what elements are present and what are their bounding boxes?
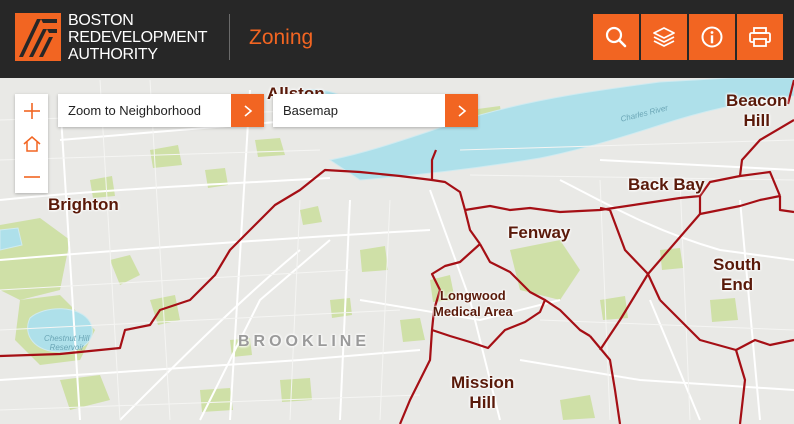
label-line: Hill [743, 111, 770, 130]
home-icon [23, 135, 40, 152]
zoom-in-button[interactable] [15, 94, 48, 127]
label-line: End [721, 275, 754, 294]
org-name-line: REDEVELOPMENT [68, 29, 208, 46]
zoning-map[interactable]: Allston Brighton Beacon Hill Back Bay Fe… [0, 78, 794, 424]
home-button[interactable] [15, 127, 48, 160]
bra-logo-icon [15, 13, 61, 61]
org-name-line: BOSTON [68, 12, 134, 29]
org-name-line: AUTHORITY [68, 46, 158, 63]
print-icon [749, 27, 771, 47]
print-button[interactable] [737, 14, 783, 60]
label-line: Chestnut Hill [44, 334, 90, 343]
dropdown-label: Zoom to Neighborhood [68, 103, 201, 118]
label-brighton: Brighton [48, 195, 119, 214]
zoom-to-neighborhood-dropdown[interactable]: Zoom to Neighborhood [58, 94, 264, 127]
label-line: Longwood [440, 288, 506, 303]
plus-icon [23, 102, 40, 119]
basemap [0, 78, 794, 424]
label-brookline: BROOKLINE [238, 333, 370, 350]
header-divider [229, 14, 230, 60]
basemap-dropdown[interactable]: Basemap [273, 94, 478, 127]
dropdown-arrow[interactable] [445, 94, 478, 127]
label-line: South [713, 255, 762, 274]
search-button[interactable] [593, 14, 639, 60]
zoom-out-button[interactable] [15, 160, 48, 193]
label-mission-hill: Mission Hill [451, 373, 514, 413]
org-name: BOSTON REDEVELOPMENT AUTHORITY [68, 12, 208, 63]
layers-icon [653, 27, 675, 47]
label-line: Beacon [726, 91, 788, 110]
info-icon [701, 26, 723, 48]
label-line: Mission [451, 373, 515, 392]
label-south-end: South End [713, 255, 761, 295]
app-header: BOSTON REDEVELOPMENT AUTHORITY Zoning [0, 0, 794, 78]
label-chestnut-hill-reservoir: Chestnut Hill Reservoir [44, 334, 89, 352]
search-icon [605, 26, 627, 48]
dropdown-arrow[interactable] [231, 94, 264, 127]
chevron-right-icon [243, 104, 252, 117]
info-button[interactable] [689, 14, 735, 60]
label-line: Medical Area [433, 304, 513, 319]
minus-icon [23, 175, 40, 178]
label-back-bay: Back Bay [628, 175, 705, 194]
dropdown-label: Basemap [283, 103, 338, 118]
label-fenway: Fenway [508, 223, 571, 242]
map-navigation-controls [15, 94, 48, 193]
label-longwood-medical-area: Longwood Medical Area [433, 288, 513, 320]
layers-button[interactable] [641, 14, 687, 60]
chevron-right-icon [457, 104, 466, 117]
label-line: Reservoir [49, 343, 84, 352]
app-title: Zoning [249, 26, 314, 49]
label-beacon-hill: Beacon Hill [726, 91, 787, 131]
label-line: Hill [469, 393, 496, 412]
